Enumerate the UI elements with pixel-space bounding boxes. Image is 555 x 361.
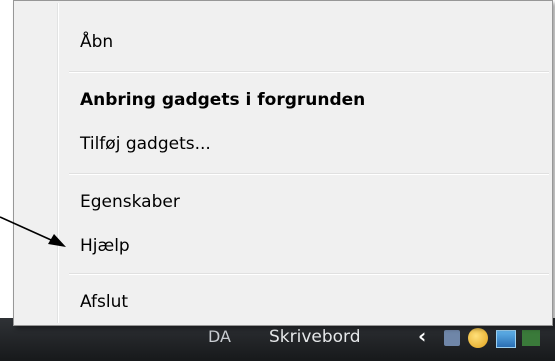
network-icon[interactable] — [444, 330, 460, 346]
desktop-toolbar-label[interactable]: Skrivebord — [269, 327, 361, 347]
app-icon[interactable] — [522, 330, 540, 346]
menu-item-exit[interactable]: Afslut — [80, 287, 128, 317]
menu-separator — [69, 273, 549, 275]
sidebar-context-menu: Åbn Anbring gadgets i forgrunden Tilføj … — [13, 0, 553, 326]
screen: DA Skrivebord ‹ Åbn Anbring gadgets i fo… — [0, 0, 555, 361]
menu-item-properties[interactable]: Egenskaber — [80, 187, 180, 217]
volume-icon[interactable] — [468, 328, 488, 348]
menu-item-add-gadgets[interactable]: Tilføj gadgets... — [80, 129, 211, 159]
menu-item-help[interactable]: Hjælp — [80, 231, 130, 261]
menu-separator — [69, 71, 549, 73]
language-indicator[interactable]: DA — [208, 327, 231, 346]
display-icon[interactable] — [496, 330, 516, 348]
menu-item-open[interactable]: Åbn — [80, 27, 113, 57]
menu-separator — [69, 173, 549, 175]
menu-item-bring-gadgets-to-front[interactable]: Anbring gadgets i forgrunden — [80, 85, 365, 115]
chevron-left-icon[interactable]: ‹ — [418, 324, 426, 348]
menu-icon-gutter — [57, 3, 59, 323]
